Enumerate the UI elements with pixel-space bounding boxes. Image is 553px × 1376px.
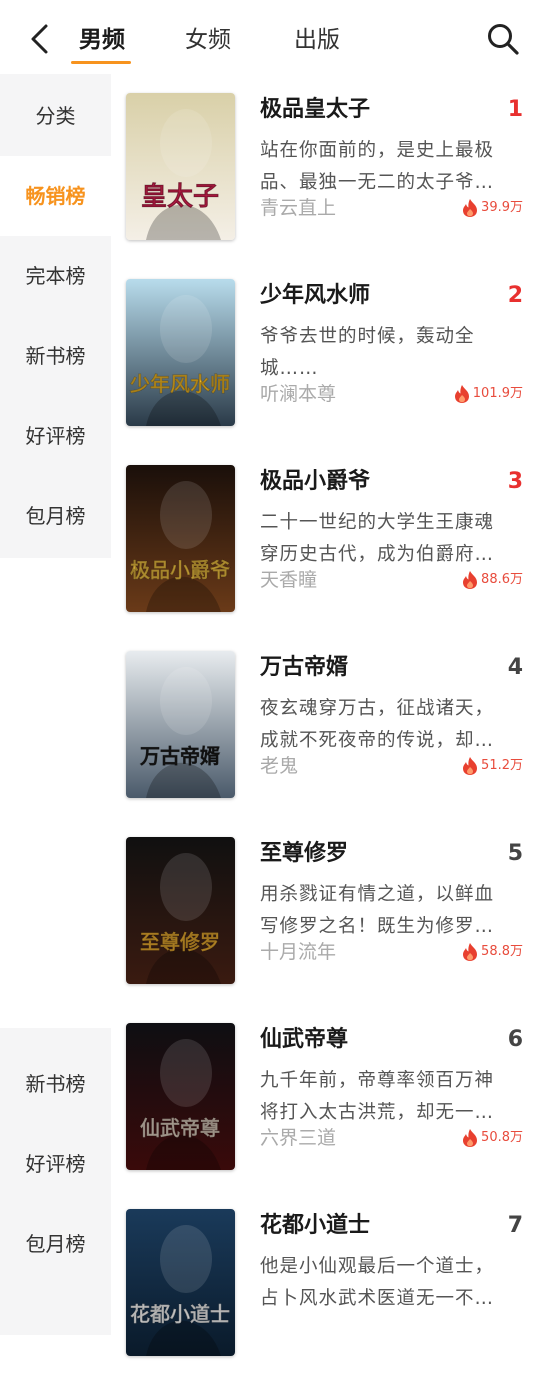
flame-icon: [463, 1129, 478, 1147]
book-author[interactable]: 六界三道: [260, 1125, 336, 1151]
popularity-count: 88.6万: [481, 572, 523, 587]
cover-title-art: 万古帝婿: [139, 744, 220, 768]
cover-title-art: 少年风水师: [129, 372, 230, 396]
tab-female[interactable]: 女频: [185, 24, 231, 56]
book-author[interactable]: 听澜本尊: [260, 381, 336, 407]
description-line: 爷爷去世的时候，轰动全: [260, 326, 475, 347]
book-title[interactable]: 少年风水师: [260, 280, 370, 312]
sidebar-item-bestseller[interactable]: 畅销榜: [0, 156, 111, 236]
popularity-badge: 88.6万: [461, 567, 523, 593]
ranking-sidebar: 分类 畅销榜 完本榜 新书榜 好评榜 包月榜 新书榜 好评榜 包月榜: [0, 74, 111, 1335]
book-author[interactable]: 青云直上: [260, 195, 336, 221]
description-line: 站在你面前的，是史上最极: [260, 140, 495, 161]
sidebar-item-completed[interactable]: 完本榜: [0, 236, 111, 316]
cover-title-art: 至尊修罗: [140, 930, 220, 954]
popularity-badge: 101.9万: [453, 381, 523, 407]
book-description: 夜玄魂穿万古，征战诸天， 成就不死夜帝的传说，却…: [260, 693, 522, 757]
sidebar-item-top-rated[interactable]: 好评榜: [0, 1124, 111, 1204]
rank-number: 7: [507, 1213, 523, 1238]
sidebar-item-new-books[interactable]: 新书榜: [0, 316, 111, 396]
cover-title-art: 皇太子: [141, 182, 219, 212]
book-cover-image[interactable]: 万古帝婿: [126, 651, 235, 798]
book-author[interactable]: 老鬼: [260, 753, 298, 779]
book-title[interactable]: 极品皇太子: [260, 94, 370, 126]
flame-icon: [463, 571, 478, 589]
book-cover-image[interactable]: 花都小道士: [126, 1209, 235, 1356]
description-line: 占卜风水武术医道无一不…: [260, 1288, 495, 1309]
book-title[interactable]: 至尊修罗: [260, 838, 348, 870]
description-line: 用杀戮证有情之道，以鲜血: [260, 884, 495, 905]
book-title[interactable]: 花都小道士: [260, 1210, 370, 1242]
description-line: 九千年前，帝尊率领百万神: [260, 1070, 495, 1091]
book-list-item[interactable]: 至尊修罗 至尊修罗 5 用杀戮证有情之道，以鲜血 写修罗之名！既生为修罗… 十月流年 58.…: [111, 818, 553, 1004]
back-arrow-icon[interactable]: [26, 22, 54, 56]
cover-title-art: 仙武帝尊: [140, 1116, 220, 1140]
book-cover-image[interactable]: 少年风水师: [126, 279, 235, 426]
rank-number: 5: [507, 841, 523, 866]
popularity-count: 39.9万: [481, 200, 523, 215]
active-tab-indicator: [71, 61, 131, 64]
popularity-count: 101.9万: [472, 386, 523, 401]
book-title[interactable]: 极品小爵爷: [260, 466, 370, 498]
book-author[interactable]: 十月流年: [260, 939, 336, 965]
sidebar-item-new-books[interactable]: 新书榜: [0, 1044, 111, 1124]
popularity-badge: 50.8万: [461, 1125, 523, 1151]
sidebar-item-category[interactable]: 分类: [0, 76, 111, 156]
sidebar-item-top-rated[interactable]: 好评榜: [0, 396, 111, 476]
book-description: 爷爷去世的时候，轰动全 城……: [260, 321, 522, 385]
tab-male[interactable]: 男频: [79, 24, 125, 56]
sidebar-item-monthly[interactable]: 包月榜: [0, 476, 111, 556]
popularity-badge: 39.9万: [461, 195, 523, 221]
popularity-count: 50.8万: [481, 1130, 523, 1145]
book-description: 他是小仙观最后一个道士， 占卜风水武术医道无一不…: [260, 1251, 522, 1315]
cover-title-art: 花都小道士: [130, 1302, 230, 1326]
book-cover-image[interactable]: 皇太子: [126, 93, 235, 240]
book-list-item[interactable]: 极品小爵爷 极品小爵爷 3 二十一世纪的大学生王康魂 穿历史古代，成为伯爵府… 天香瞳 88…: [111, 446, 553, 632]
book-list-item[interactable]: 少年风水师 少年风水师 2 爷爷去世的时候，轰动全 城…… 听澜本尊 101.9万: [111, 260, 553, 446]
popularity-badge: 51.2万: [461, 753, 523, 779]
flame-icon: [463, 199, 478, 217]
description-line: 夜玄魂穿万古，征战诸天，: [260, 698, 495, 719]
top-nav-bar: 男频 女频 出版: [0, 0, 553, 74]
rank-number: 6: [507, 1027, 523, 1052]
book-description: 站在你面前的，是史上最极 品、最独一无二的太子爷…: [260, 135, 522, 199]
book-list-item[interactable]: 仙武帝尊 仙武帝尊 6 九千年前，帝尊率领百万神 将打入太古洪荒，却无一… 六界三道 50.…: [111, 1004, 553, 1190]
rank-number: 4: [507, 655, 523, 680]
popularity-count: 51.2万: [481, 758, 523, 773]
flame-icon: [454, 385, 469, 403]
cover-title-art: 极品小爵爷: [130, 558, 231, 582]
rank-number: 3: [507, 469, 523, 494]
flame-icon: [463, 757, 478, 775]
description-line: 他是小仙观最后一个道士，: [260, 1256, 495, 1277]
flame-icon: [463, 943, 478, 961]
rank-number: 2: [507, 283, 523, 308]
sidebar-item-monthly[interactable]: 包月榜: [0, 1204, 111, 1284]
book-author[interactable]: 天香瞳: [260, 567, 317, 593]
book-list-item[interactable]: 皇太子 极品皇太子 1 站在你面前的，是史上最极 品、最独一无二的太子爷… 青云直上 39.…: [111, 74, 553, 260]
book-cover-image[interactable]: 极品小爵爷: [126, 465, 235, 612]
search-icon[interactable]: [486, 22, 520, 56]
rank-number: 1: [507, 97, 523, 122]
book-description: 二十一世纪的大学生王康魂 穿历史古代，成为伯爵府…: [260, 507, 522, 571]
popularity-count: 58.8万: [481, 944, 523, 959]
book-list-item[interactable]: 万古帝婿 万古帝婿 4 夜玄魂穿万古，征战诸天， 成就不死夜帝的传说，却… 老鬼 51.2万: [111, 632, 553, 818]
book-title[interactable]: 万古帝婿: [260, 652, 348, 684]
book-list-item[interactable]: 花都小道士 花都小道士 7 他是小仙观最后一个道士， 占卜风水武术医道无一不…: [111, 1190, 553, 1376]
book-cover-image[interactable]: 至尊修罗: [126, 837, 235, 984]
book-description: 用杀戮证有情之道，以鲜血 写修罗之名！既生为修罗…: [260, 879, 522, 943]
popularity-badge: 58.8万: [461, 939, 523, 965]
tab-publish[interactable]: 出版: [294, 24, 340, 56]
description-line: 二十一世纪的大学生王康魂: [260, 512, 495, 533]
book-cover-image[interactable]: 仙武帝尊: [126, 1023, 235, 1170]
book-description: 九千年前，帝尊率领百万神 将打入太古洪荒，却无一…: [260, 1065, 522, 1129]
sidebar-gap: [0, 558, 111, 1028]
book-title[interactable]: 仙武帝尊: [260, 1024, 348, 1056]
